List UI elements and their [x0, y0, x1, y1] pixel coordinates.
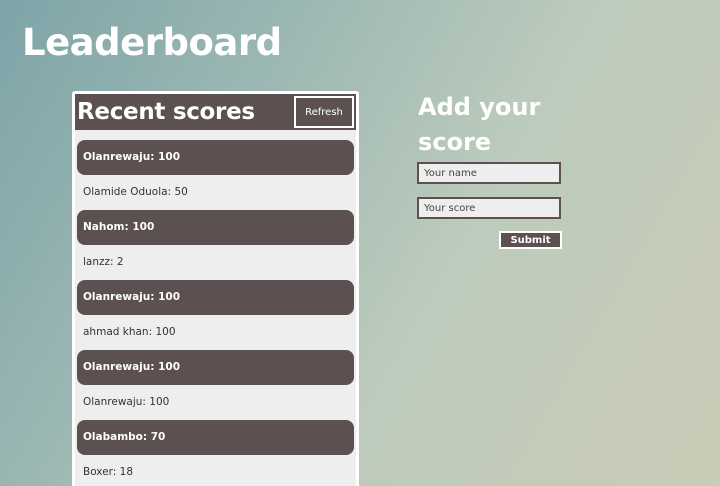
page-title: Leaderboard: [22, 21, 282, 64]
refresh-button[interactable]: Refresh: [294, 96, 354, 128]
score-list-item: Olanrewaju: 100: [77, 140, 354, 175]
score-list-item: Boxer: 18: [83, 466, 134, 478]
score-list-item: ahmad khan: 100: [83, 326, 176, 338]
score-list-item: Olamide Oduola: 50: [83, 186, 188, 198]
score-list-item: Olanrewaju: 100: [77, 280, 354, 315]
score-input[interactable]: [417, 197, 561, 219]
score-list-item: Olanrewaju: 100: [77, 350, 354, 385]
scores-list: Olanrewaju: 100 Olamide Oduola: 50 Nahom…: [75, 130, 356, 486]
name-input[interactable]: [417, 162, 561, 184]
recent-scores-panel: Recent scores Refresh Olanrewaju: 100 Ol…: [72, 91, 359, 486]
score-list-item: Olanrewaju: 100: [83, 396, 170, 408]
score-list-item: lanzz: 2: [83, 256, 124, 268]
score-list-item: Olabambo: 70: [77, 420, 354, 455]
submit-button[interactable]: Submit: [499, 231, 562, 249]
recent-scores-header: Recent scores Refresh: [75, 94, 356, 130]
add-score-title: Add your score: [418, 93, 541, 156]
recent-scores-title: Recent scores: [77, 99, 255, 125]
score-list-item: Nahom: 100: [77, 210, 354, 245]
